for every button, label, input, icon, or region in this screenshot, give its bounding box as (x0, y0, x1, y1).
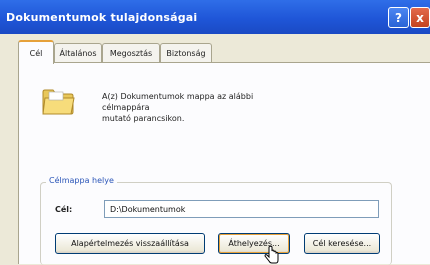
description-text: A(z) Dokumentumok mappa az alábbi célmap… (102, 91, 302, 124)
target-path-input[interactable] (104, 200, 379, 218)
window-title: Dokumentumok tulajdonságai (6, 11, 198, 24)
description-line-2: mutató parancsikon. (102, 114, 185, 123)
tab-megosztas[interactable]: Megosztás (102, 43, 160, 62)
group-title: Célmappa helye (46, 176, 117, 185)
tab-biztonsag[interactable]: Biztonság (160, 43, 212, 62)
description-line-1: A(z) Dokumentumok mappa az alábbi célmap… (102, 92, 254, 112)
tab-cel[interactable]: Cél (18, 40, 54, 64)
title-bar: Dokumentumok tulajdonságai ? x (0, 0, 430, 34)
tab-altalanos[interactable]: Általános (54, 43, 102, 62)
close-button[interactable]: x (410, 7, 430, 28)
restore-default-button[interactable]: Alapértelmezés visszaállítása (55, 233, 205, 254)
mouse-pointer-icon (264, 246, 279, 264)
target-label: Cél: (55, 205, 73, 214)
help-button[interactable]: ? (388, 7, 409, 28)
folder-icon (42, 89, 75, 115)
find-target-button[interactable]: Cél keresése... (304, 233, 380, 254)
tab-strip: Cél Általános Megosztás Biztonság (18, 38, 430, 64)
